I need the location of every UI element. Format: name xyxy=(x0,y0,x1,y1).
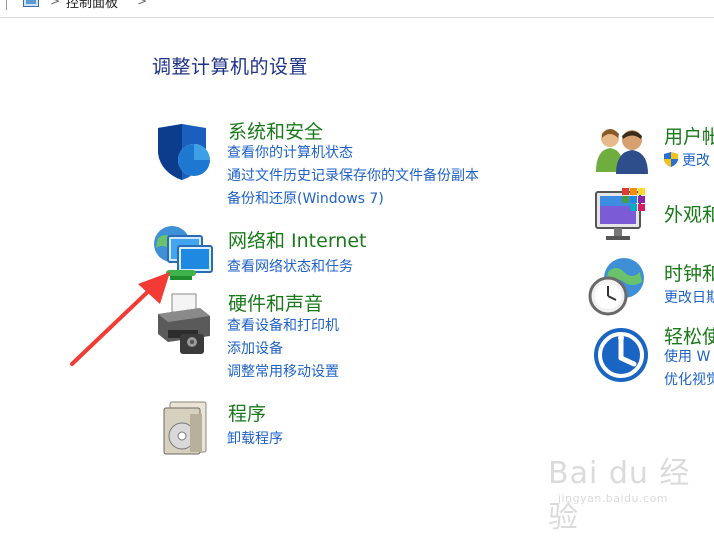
category-links: 查看你的计算机状态 通过文件历史记录保存你的文件备份副本 备份和还原(Windo… xyxy=(227,142,479,211)
category-title-programs[interactable]: 程序 xyxy=(228,399,266,426)
breadcrumb-control-panel[interactable]: 控制面板 xyxy=(66,0,118,11)
link-add-device[interactable]: 添加设备 xyxy=(227,338,339,361)
category-title-appearance[interactable]: 外观和 xyxy=(664,200,714,227)
category-title-clock-region[interactable]: 时钟和 xyxy=(664,259,714,286)
link-change-account-type[interactable]: 更改 xyxy=(664,150,710,173)
category-links: 卸载程序 xyxy=(227,428,283,451)
uac-shield-icon xyxy=(664,152,678,167)
link-file-history-backup[interactable]: 通过文件历史记录保存你的文件备份副本 xyxy=(227,165,479,188)
watermark-url: jingyan.baidu.com xyxy=(558,492,669,505)
control-panel-icon xyxy=(23,0,39,7)
category-links: 查看网络状态和任务 xyxy=(227,256,353,279)
annotation-arrow xyxy=(70,272,170,366)
shield-icon xyxy=(158,124,210,180)
link-view-computer-status[interactable]: 查看你的计算机状态 xyxy=(227,142,479,165)
link-use-windows[interactable]: 使用 W xyxy=(664,346,714,369)
category-links: 更改 xyxy=(664,150,710,173)
category-title-ease-of-access[interactable]: 轻松使 xyxy=(664,322,714,349)
category-title-hardware-sound[interactable]: 硬件和声音 xyxy=(228,289,323,316)
link-change-date[interactable]: 更改日期 xyxy=(664,287,714,310)
category-links: 查看设备和打印机 添加设备 调整常用移动设置 xyxy=(227,315,339,384)
appearance-icon xyxy=(595,188,645,240)
link-mobility-settings[interactable]: 调整常用移动设置 xyxy=(227,361,339,384)
address-bar[interactable]: > 控制面板 > xyxy=(0,0,714,18)
link-network-status[interactable]: 查看网络状态和任务 xyxy=(227,256,353,279)
nav-button-edge[interactable] xyxy=(0,0,7,10)
category-links: 使用 W 优化视觉 xyxy=(664,346,714,392)
page-title: 调整计算机的设置 xyxy=(152,56,309,78)
programs-icon xyxy=(163,401,207,455)
baidu-watermark: Bai du 经验 jingyan.baidu.com xyxy=(548,448,708,535)
category-title-network-internet[interactable]: 网络和 Internet xyxy=(228,226,366,253)
category-links: 更改日期 xyxy=(664,287,714,310)
category-title-user-accounts[interactable]: 用户帐 xyxy=(664,122,714,149)
link-devices-printers[interactable]: 查看设备和打印机 xyxy=(227,315,339,338)
link-backup-restore[interactable]: 备份和还原(Windows 7) xyxy=(227,188,479,211)
clock-globe-icon xyxy=(588,258,644,316)
link-optimize-visual[interactable]: 优化视觉 xyxy=(664,369,714,392)
category-title-system-security[interactable]: 系统和安全 xyxy=(228,117,323,144)
link-uninstall-program[interactable]: 卸载程序 xyxy=(227,428,283,451)
users-icon xyxy=(596,129,648,174)
ease-of-access-icon xyxy=(594,328,648,382)
breadcrumb-separator: > xyxy=(50,0,61,8)
link-change-label[interactable]: 更改 xyxy=(682,153,710,169)
breadcrumb-separator[interactable]: > xyxy=(137,0,147,8)
